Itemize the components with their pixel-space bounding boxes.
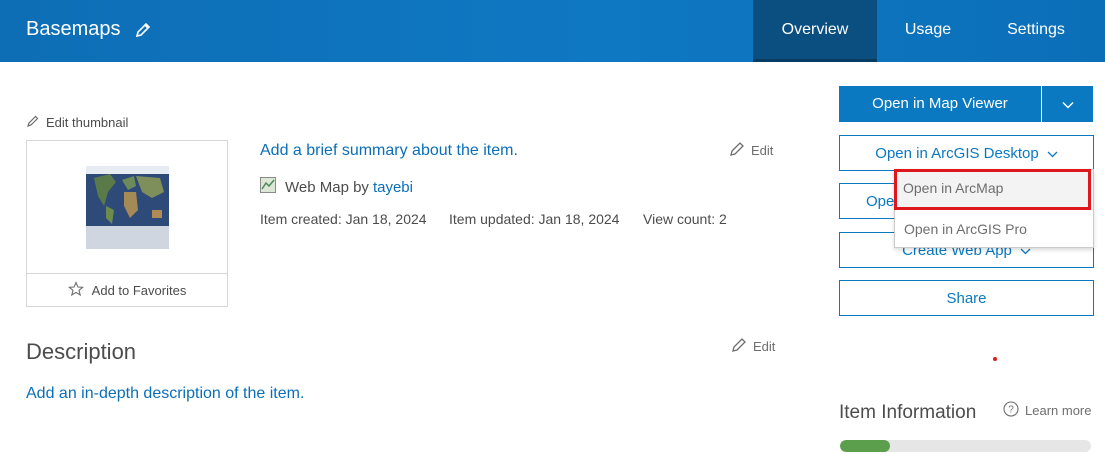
item-created: Item created: Jan 18, 2024: [260, 211, 427, 227]
item-type-line: Web Map by tayebi: [260, 177, 413, 197]
edit-summary-button[interactable]: Edit: [729, 141, 773, 160]
star-icon: [67, 280, 84, 300]
thumbnail-frame: [26, 140, 228, 274]
item-information-progress: [840, 440, 1091, 452]
map-viewer-options-button[interactable]: [1041, 86, 1093, 122]
chevron-down-icon: [1047, 145, 1058, 162]
edit-label: Edit: [751, 143, 774, 158]
edit-description-button[interactable]: Edit: [731, 337, 775, 356]
world-map-thumbnail: [86, 166, 169, 249]
tab-overview[interactable]: Overview: [753, 0, 877, 62]
desktop-dropdown-menu: Open in ArcMap Open in ArcGIS Pro: [894, 169, 1094, 248]
share-label: Share: [946, 289, 987, 307]
description-heading: Description: [26, 339, 137, 364]
learn-more-label: Learn more: [1025, 403, 1092, 418]
add-to-favorites-button[interactable]: Add to Favorites: [26, 273, 228, 307]
menu-item-open-in-arcmap[interactable]: Open in ArcMap: [894, 169, 1091, 210]
app-header: Basemaps Overview Usage Settings: [0, 0, 1105, 62]
chevron-down-icon: [1062, 96, 1074, 113]
pencil-icon: [731, 337, 747, 356]
progress-fill: [840, 440, 891, 452]
edit-thumbnail-label: Edit thumbnail: [46, 115, 129, 130]
share-button[interactable]: Share: [839, 280, 1094, 316]
tab-settings[interactable]: Settings: [979, 0, 1093, 62]
pencil-icon: [26, 114, 40, 131]
edit-thumbnail-button[interactable]: Edit thumbnail: [26, 114, 128, 131]
add-description-link[interactable]: Add an in-depth description of the item.: [26, 385, 304, 403]
open-desktop-label: Open in ArcGIS Desktop: [875, 144, 1039, 162]
add-summary-link[interactable]: Add a brief summary about the item.: [260, 142, 518, 160]
learn-more-link[interactable]: ? Learn more: [1003, 401, 1091, 420]
open-arcgis-desktop-button[interactable]: Open in ArcGIS Desktop: [839, 135, 1094, 171]
owner-link[interactable]: tayebi: [373, 179, 413, 196]
view-count: View count: 2: [643, 211, 727, 227]
help-icon: ?: [1003, 401, 1019, 420]
svg-text:?: ?: [1008, 405, 1014, 416]
pencil-icon: [729, 141, 745, 160]
open-partial-label: Ope: [866, 192, 895, 210]
open-map-viewer-group: Open in Map Viewer: [839, 86, 1093, 122]
tab-usage[interactable]: Usage: [877, 0, 979, 62]
item-updated: Item updated: Jan 18, 2024: [449, 211, 620, 227]
pencil-icon[interactable]: [134, 21, 152, 39]
web-map-icon: [260, 177, 276, 197]
item-information-heading: Item Information: [839, 402, 977, 423]
menu-item-open-in-arcgis-pro[interactable]: Open in ArcGIS Pro: [895, 210, 1093, 248]
item-type-label: Web Map by: [285, 178, 369, 196]
cursor-marker: [993, 357, 997, 361]
open-map-viewer-button[interactable]: Open in Map Viewer: [839, 86, 1041, 122]
edit-label: Edit: [753, 339, 776, 354]
favorites-label: Add to Favorites: [91, 282, 187, 298]
page-title: Basemaps: [26, 18, 121, 40]
